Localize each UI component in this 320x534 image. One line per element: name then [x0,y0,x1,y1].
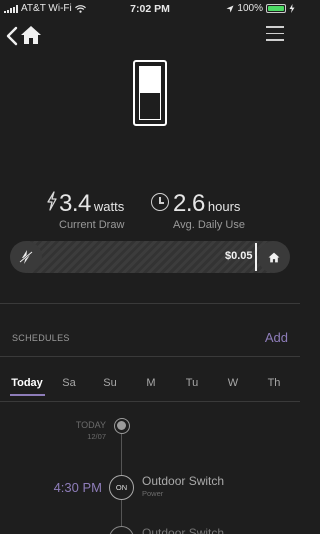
switch-rocker-top [140,67,160,93]
divider [0,401,300,402]
cost-value: $0.05 [225,250,253,262]
cost-bar-power-button[interactable] [10,241,42,273]
battery-icon [266,4,286,13]
timeline-day-date: 12/07 [87,432,106,441]
daily-use-label: Avg. Daily Use [173,219,245,231]
event-time: 4:30 PM [53,480,102,495]
nav-bar [0,22,300,48]
event-detail: Power [142,489,164,498]
add-schedule-button[interactable]: Add [265,330,288,345]
schedules-title: SCHEDULES [12,333,70,343]
tab-tuesday[interactable]: Tu [186,377,198,389]
tab-thursday[interactable]: Th [268,377,281,389]
status-bar: AT&T Wi-Fi 7:02 PM 100% [0,0,300,18]
cost-bar: $0.05 [10,241,290,273]
current-draw-unit: watts [93,199,125,214]
daily-use-value: 2.6 [173,190,205,217]
cost-bar-home-button[interactable] [258,241,290,273]
bolt-icon [47,191,57,211]
tab-wednesday[interactable]: W [228,377,238,389]
home-icon [268,252,280,262]
tab-monday[interactable]: M [146,377,155,389]
battery-percent: 100% [237,3,263,14]
back-home-button[interactable] [6,24,46,48]
charging-icon [289,4,295,13]
event-state-badge[interactable] [109,526,134,534]
home-icon [21,26,41,44]
tab-today[interactable]: Today [11,377,43,389]
timeline-day-label: TODAY [75,420,106,430]
today-marker [114,418,130,434]
menu-button[interactable] [266,26,284,42]
event-device-name[interactable]: Outdoor Switch [142,526,224,534]
event-device-name[interactable]: Outdoor Switch [142,474,224,488]
switch-rocker [139,66,161,120]
status-right: 100% [226,3,295,14]
chevron-left-icon [6,26,18,46]
event-state-badge[interactable]: ON [109,475,134,500]
daily-use-stat: 2.6 hours Avg. Daily Use [151,190,245,231]
current-draw-stat: 3.4 watts Current Draw [47,190,124,231]
active-tab-indicator [10,394,45,396]
current-draw-label: Current Draw [59,219,125,231]
divider [0,303,300,304]
current-draw-value: 3.4 [59,190,91,217]
switch-state-illustration [133,60,167,126]
daily-use-unit: hours [207,199,241,214]
bolt-slash-icon [19,250,33,264]
cost-marker [255,243,257,271]
divider [0,356,300,357]
clock-icon [151,193,169,211]
day-tabs: Today Sa Su M Tu W Th [0,377,300,399]
tab-saturday[interactable]: Sa [62,377,75,389]
location-icon [226,5,234,12]
tab-sunday[interactable]: Su [103,377,116,389]
